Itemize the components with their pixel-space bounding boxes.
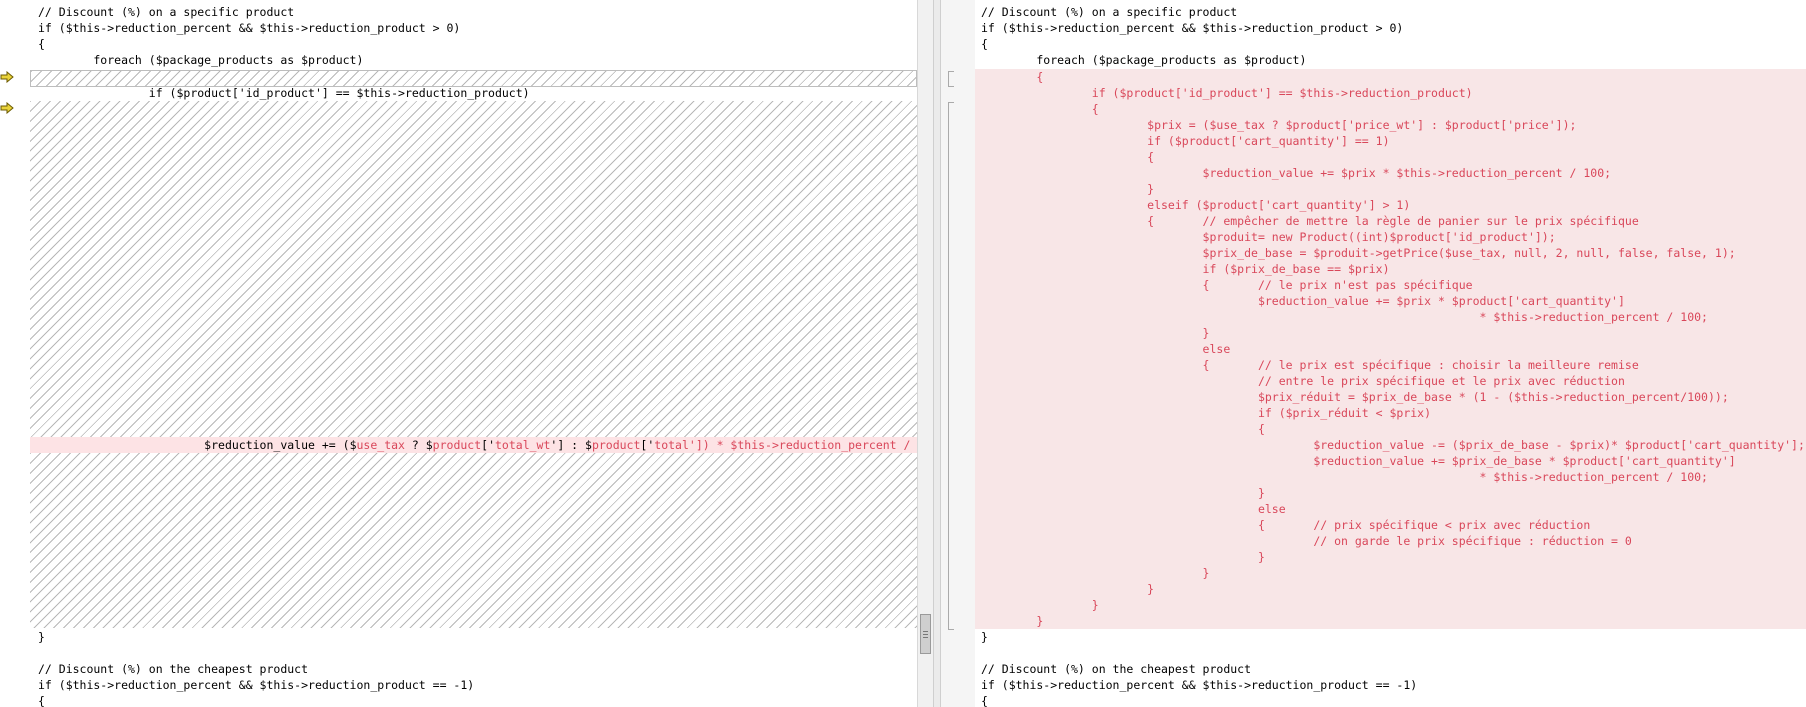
changed-line-text: $reduction_value += ($use_tax ? $product… — [38, 437, 910, 453]
added-code-line: { // le prix n'est pas spécifique — [981, 278, 1473, 292]
left-gutter — [0, 0, 30, 707]
code-line: if ($this->reduction_percent && $this->r… — [38, 21, 461, 35]
added-code-line: { // prix spécifique < prix avec réducti… — [981, 518, 1591, 532]
added-code-line: { // empêcher de mettre la règle de pani… — [981, 214, 1639, 228]
added-code-line: if ($prix_réduit < $prix) — [981, 406, 1432, 420]
code-line: { — [38, 694, 45, 707]
code-line: // Discount (%) on the cheapest product — [981, 662, 1252, 676]
change-bracket — [948, 102, 954, 630]
added-code-line: { — [981, 70, 1044, 84]
added-code-line: * $this->reduction_percent / 100; — [981, 310, 1708, 324]
changed-line-segment: this->reduction_percent / — [737, 438, 911, 452]
code-line: } — [38, 630, 45, 644]
added-code-line: $reduction_value += $prix * $product['ca… — [981, 294, 1625, 308]
arrow-right-icon[interactable] — [0, 71, 14, 83]
added-code-line: { — [981, 422, 1265, 436]
changed-line-segment: product — [591, 438, 641, 452]
added-code-line: $reduction_value -= ($prix_de_base - $pr… — [981, 438, 1805, 452]
code-line: if ($this->reduction_percent && $this->r… — [981, 678, 1418, 692]
added-code-line: } — [981, 598, 1099, 612]
added-code-line: // entre le prix spécifique et le prix a… — [981, 374, 1625, 388]
added-code-line: elseif ($product['cart_quantity'] > 1) — [981, 198, 1411, 212]
added-code-line: $prix_réduit = $prix_de_base * (1 - ($th… — [981, 390, 1729, 404]
code-line: } — [981, 630, 988, 644]
scrollbar-thumb[interactable] — [920, 614, 931, 654]
missing-lines-placeholder — [30, 453, 917, 628]
added-code-line: else — [981, 342, 1231, 356]
added-code-line: $prix_de_base = $produit->getPrice($use_… — [981, 246, 1736, 260]
changed-line-segment: total — [654, 438, 689, 452]
added-code-line: { // le prix est spécifique : choisir la… — [981, 358, 1639, 372]
added-code-line: * $this->reduction_percent / 100; — [981, 470, 1708, 484]
pane-splitter[interactable] — [933, 0, 941, 707]
original-code-pane[interactable]: // Discount (%) on a specific product if… — [30, 0, 917, 707]
code-line: foreach ($package_products as $product) — [981, 53, 1307, 67]
code-line: // Discount (%) on a specific product — [38, 5, 295, 19]
added-code-line: } — [981, 182, 1155, 196]
vertical-scrollbar[interactable] — [917, 0, 933, 707]
changed-line-segment: use_tax — [356, 438, 405, 452]
changed-line-segment: ? $ — [404, 438, 433, 452]
changed-line-indent — [38, 438, 204, 452]
code-line: { — [38, 37, 45, 51]
code-line: { — [981, 694, 988, 707]
added-code-line: // on garde le prix spécifique : réducti… — [981, 534, 1632, 548]
code-line: if ($product['id_product'] == $this->red… — [38, 86, 530, 100]
changed-line: $reduction_value += ($use_tax ? $product… — [30, 437, 917, 453]
modified-code-pane[interactable]: // Discount (%) on a specific product if … — [975, 0, 1806, 707]
added-lines-block: { if ($product['id_product'] == $this->r… — [975, 69, 1806, 629]
added-code-line: if ($product['cart_quantity'] == 1) — [981, 134, 1390, 148]
added-code-line: { — [981, 150, 1155, 164]
added-code-line: $prix = ($use_tax ? $product['price_wt']… — [981, 118, 1577, 132]
added-code-line: } — [981, 486, 1265, 500]
added-code-line: else — [981, 502, 1286, 516]
changed-line-segment: ']) * $ — [688, 438, 738, 452]
code-line: foreach ($package_products as $product) — [38, 53, 364, 67]
code-line: { — [981, 37, 988, 51]
code-line: if ($this->reduction_percent && $this->r… — [38, 678, 475, 692]
changed-line-segment: [' — [640, 438, 655, 452]
added-code-line: $reduction_value += $prix_de_base * $pro… — [981, 454, 1736, 468]
right-gutter — [941, 0, 975, 707]
added-code-line: { — [981, 102, 1099, 116]
added-code-line: if ($prix_de_base == $prix) — [981, 262, 1390, 276]
added-code-line: $produit= new Product((int)$product['id_… — [981, 230, 1556, 244]
code-line: // Discount (%) on the cheapest product — [38, 662, 309, 676]
changed-line-segment: '] : $ — [550, 438, 592, 452]
changed-line-segment: $reduction_value += ($ — [204, 438, 357, 452]
added-code-line: $reduction_value += $prix * $this->reduc… — [981, 166, 1612, 180]
added-code-line: if ($product['id_product'] == $this->red… — [981, 86, 1473, 100]
arrow-right-icon[interactable] — [0, 102, 14, 114]
added-code-line: } — [981, 550, 1265, 564]
added-code-line: } — [981, 582, 1155, 596]
missing-lines-placeholder — [30, 101, 917, 437]
added-code-line: } — [981, 566, 1210, 580]
code-line: // Discount (%) on a specific product — [981, 5, 1238, 19]
changed-line-segment: [' — [481, 438, 495, 452]
change-bracket — [948, 71, 954, 87]
changed-line-segment: product — [432, 438, 482, 452]
added-code-line: } — [981, 614, 1044, 628]
changed-line-segment: total_wt — [495, 438, 551, 452]
code-line: if ($this->reduction_percent && $this->r… — [981, 21, 1404, 35]
added-code-line: } — [981, 326, 1210, 340]
